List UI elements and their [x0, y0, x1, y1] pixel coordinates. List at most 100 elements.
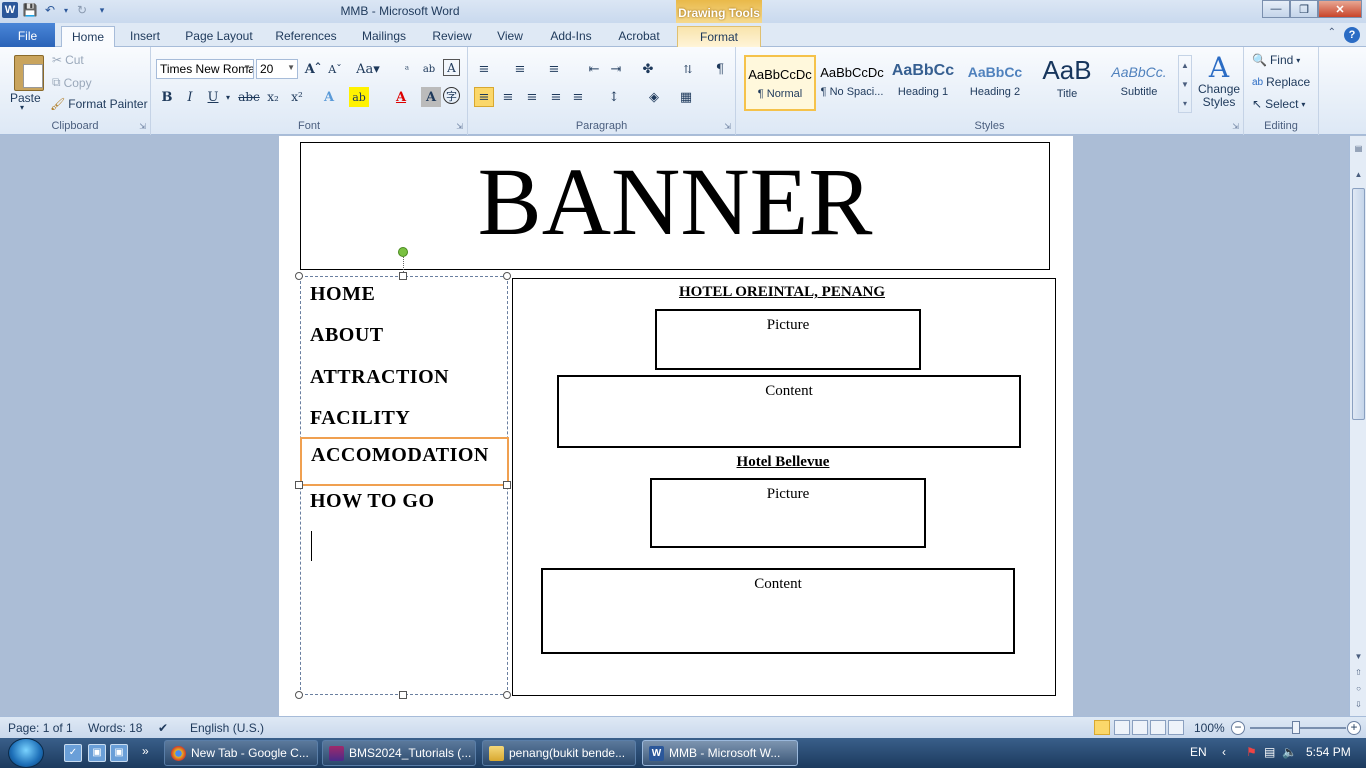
nav-item-about[interactable]: ABOUT — [310, 324, 384, 347]
format-painter-button[interactable]: 🖌 Format Painter — [50, 97, 148, 111]
bullets-icon[interactable]: ≡ — [474, 59, 494, 79]
tray-expand-icon[interactable]: ‹ — [1222, 745, 1226, 759]
tab-home[interactable]: Home — [61, 26, 115, 48]
align-center-icon[interactable]: ≡ — [498, 87, 518, 107]
start-button[interactable] — [8, 738, 44, 768]
hotel-2-content-box[interactable]: Content — [541, 568, 1015, 654]
quicklaunch-monitor-icon[interactable]: ▣ — [110, 744, 128, 762]
close-button[interactable]: ✕ — [1318, 0, 1362, 18]
taskbar-item-folder[interactable]: penang(bukit bende... — [482, 740, 636, 766]
grow-font-icon[interactable]: Aˆ — [303, 59, 323, 79]
taskbar-item-chrome[interactable]: New Tab - Google C... — [164, 740, 318, 766]
underline-dropdown-icon[interactable]: ▾ — [223, 87, 233, 107]
print-layout-view-icon[interactable] — [1094, 720, 1110, 735]
sort-icon[interactable]: ⇅ — [678, 59, 698, 79]
superscript-icon[interactable]: x² — [287, 87, 307, 107]
italic-icon[interactable]: I — [180, 87, 200, 107]
web-layout-view-icon[interactable] — [1132, 720, 1148, 735]
word-count[interactable]: Words: 18 — [88, 721, 142, 735]
text-effects-icon[interactable]: A — [319, 87, 339, 107]
highlight-icon[interactable]: ab — [349, 87, 369, 107]
resize-handle-bottom-right[interactable] — [503, 691, 511, 699]
replace-button[interactable]: ab Replace — [1252, 75, 1310, 89]
font-dialog-launcher-icon[interactable]: ⇲ — [456, 122, 463, 131]
banner-textbox[interactable]: BANNER — [300, 142, 1050, 270]
nav-item-facility[interactable]: FACILITY — [310, 407, 410, 430]
tab-file[interactable]: File — [0, 23, 55, 47]
outline-view-icon[interactable] — [1150, 720, 1166, 735]
find-button[interactable]: 🔍 Find ▾ — [1252, 53, 1300, 67]
tab-view[interactable]: View — [492, 26, 528, 47]
help-icon[interactable]: ? — [1344, 27, 1360, 43]
restore-button[interactable]: ❐ — [1290, 0, 1318, 18]
resize-handle-left[interactable] — [295, 481, 303, 489]
style-title[interactable]: AaB Title — [1031, 55, 1103, 111]
tab-add-ins[interactable]: Add-Ins — [545, 26, 597, 47]
tab-mailings[interactable]: Mailings — [355, 26, 413, 47]
nav-item-how-to-go[interactable]: HOW TO GO — [310, 490, 435, 513]
action-center-icon[interactable]: ⚑ — [1246, 745, 1257, 759]
rotation-handle[interactable] — [398, 247, 408, 257]
zoom-level[interactable]: 100% — [1194, 721, 1225, 735]
numbering-icon[interactable]: ≡ — [510, 59, 530, 79]
font-color-icon[interactable]: A — [391, 87, 411, 107]
document-page[interactable]: BANNER HOME ABOUT ATTRACTION FACILITY AC… — [279, 136, 1073, 716]
paste-button[interactable]: Paste ▾ — [4, 49, 44, 113]
underline-icon[interactable]: U — [203, 87, 223, 107]
select-button[interactable]: ↖ Select ▾ — [1252, 97, 1305, 111]
vertical-scrollbar[interactable]: ▤ ▲ ▼ ⇧ ○ ⇩ — [1349, 136, 1366, 716]
bold-icon[interactable]: B — [157, 87, 177, 107]
proofing-icon[interactable]: ✔ — [158, 721, 168, 735]
nav-item-home[interactable]: HOME — [310, 283, 375, 306]
ruler-toggle-icon[interactable]: ▤ — [1353, 144, 1364, 155]
full-screen-reading-view-icon[interactable] — [1114, 720, 1130, 735]
paragraph-dialog-launcher-icon[interactable]: ⇲ — [724, 122, 731, 131]
styles-scroll[interactable]: ▲ ▼ ▾ — [1178, 55, 1192, 113]
nav-item-accomodation[interactable]: ACCOMODATION — [311, 444, 489, 467]
style-subtitle[interactable]: AaBbCc. Subtitle — [1103, 55, 1175, 111]
nav-item-attraction[interactable]: ATTRACTION — [310, 366, 449, 389]
hotel-1-content-box[interactable]: Content — [557, 375, 1021, 448]
taskbar-item-word[interactable]: W MMB - Microsoft W... — [642, 740, 798, 766]
line-spacing-icon[interactable]: ↕ — [604, 87, 624, 107]
increase-indent-icon[interactable]: ⇥ — [606, 59, 626, 79]
hotel-1-picture-box[interactable]: Picture — [655, 309, 921, 370]
resize-handle-right[interactable] — [503, 481, 511, 489]
tab-review[interactable]: Review — [428, 26, 476, 47]
align-right-icon[interactable]: ≡ — [522, 87, 542, 107]
resize-handle-bottom-left[interactable] — [295, 691, 303, 699]
tab-format[interactable]: Format — [677, 26, 761, 47]
styles-dialog-launcher-icon[interactable]: ⇲ — [1232, 122, 1239, 131]
change-styles-button[interactable]: A Change Styles — [1198, 53, 1240, 115]
multilevel-list-icon[interactable]: ≡ — [544, 59, 564, 79]
page-count[interactable]: Page: 1 of 1 — [8, 721, 73, 735]
enclose-characters-icon[interactable]: 字 — [443, 87, 460, 104]
network-icon[interactable]: ▤ — [1264, 745, 1275, 759]
input-language[interactable]: EN — [1190, 745, 1207, 759]
minimize-ribbon-icon[interactable]: ⌃ — [1328, 27, 1336, 43]
justify-icon[interactable]: ≡ — [546, 87, 566, 107]
style-no-spacing[interactable]: AaBbCcDc ¶ No Spaci... — [816, 55, 888, 111]
minimize-button[interactable]: — — [1262, 0, 1290, 18]
browse-object-icon[interactable]: ○ — [1353, 684, 1364, 695]
tab-page-layout[interactable]: Page Layout — [182, 26, 256, 47]
font-name-combo[interactable]: Times New Roma ▼ — [156, 59, 254, 79]
resize-handle-bottom[interactable] — [399, 691, 407, 699]
clipboard-dialog-launcher-icon[interactable]: ⇲ — [139, 122, 146, 131]
scroll-down-icon[interactable]: ▼ — [1353, 652, 1364, 663]
language-indicator[interactable]: English (U.S.) — [190, 721, 264, 735]
tab-references[interactable]: References — [272, 26, 340, 47]
taskbar-item-winrar[interactable]: BMS2024_Tutorials (... — [322, 740, 476, 766]
align-left-icon[interactable]: ≡ — [474, 87, 494, 107]
change-case-icon[interactable]: Aa▾ — [355, 59, 381, 79]
zoom-slider-thumb[interactable] — [1292, 721, 1300, 734]
tab-insert[interactable]: Insert — [124, 26, 166, 47]
distributed-icon[interactable]: ≡ — [568, 87, 588, 107]
style-normal[interactable]: AaBbCcDc ¶ Normal — [744, 55, 816, 111]
quicklaunch-overflow-icon[interactable]: » — [142, 744, 149, 758]
show-formatting-marks-icon[interactable]: ¶ — [710, 59, 730, 79]
character-border-icon[interactable]: A — [443, 59, 460, 76]
clear-formatting-icon[interactable]: ᵃ​ — [397, 59, 417, 79]
phonetic-guide-icon[interactable]: ab — [419, 59, 439, 79]
character-shading-icon[interactable]: A — [421, 87, 441, 107]
